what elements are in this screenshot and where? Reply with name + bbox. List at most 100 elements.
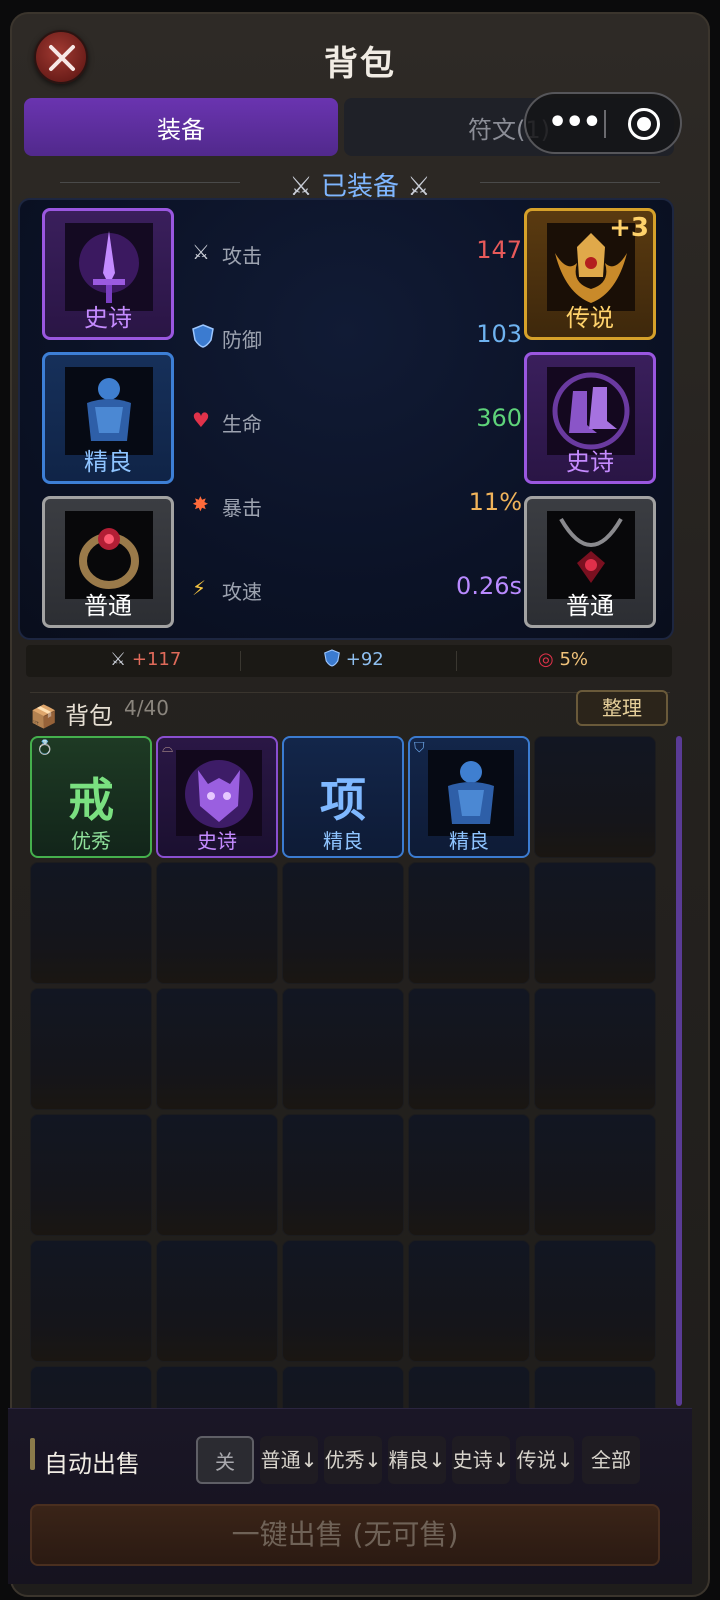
header-divider-right	[480, 182, 660, 183]
bag-slot-empty[interactable]	[156, 1114, 278, 1236]
target-icon: ◎	[538, 649, 554, 670]
bag-slot-empty[interactable]	[156, 1240, 278, 1362]
bag-slot-empty[interactable]	[30, 988, 152, 1110]
equip-slot-necklace[interactable]: 普通	[524, 496, 656, 628]
box-icon: 📦	[30, 705, 58, 730]
stat-label: 暴击	[222, 496, 262, 520]
equip-slot-weapon[interactable]: 史诗	[42, 208, 174, 340]
bag-slot-empty[interactable]	[282, 1240, 404, 1362]
auto-sell-option-good[interactable]: 优秀↓	[324, 1436, 382, 1484]
stat-attack: ⚔ 攻击 147	[192, 232, 522, 272]
item-quality-label: 精良	[323, 829, 363, 853]
equip-slot-boots[interactable]: 史诗	[524, 352, 656, 484]
equip-slot-helmet[interactable]: +3 传说	[524, 208, 656, 340]
bag-slot-empty[interactable]	[156, 862, 278, 984]
bag-slot-empty[interactable]	[30, 862, 152, 984]
miniprogram-capsule: •••	[524, 92, 682, 154]
attack-bonus-value: +117	[131, 649, 182, 670]
stat-value: 11%	[468, 488, 522, 516]
shield-icon: ⛉	[414, 740, 425, 756]
sort-button[interactable]: 整理	[576, 690, 668, 726]
defense-bonus-value: +92	[345, 649, 384, 670]
bag-slot-empty[interactable]	[408, 862, 530, 984]
lightning-icon: ⚡	[192, 576, 207, 600]
slot-quality-label: 精良	[84, 448, 132, 476]
bag-slot-empty[interactable]	[534, 862, 656, 984]
bag-slot-empty[interactable]	[282, 862, 404, 984]
stat-value: 0.26s	[456, 572, 522, 600]
burst-icon: ✸	[192, 492, 209, 516]
item-quality-label: 精良	[449, 829, 489, 853]
auto-sell-option-all[interactable]: 全部	[582, 1436, 640, 1484]
bag-slot-empty[interactable]	[534, 1240, 656, 1362]
bag-slot-empty[interactable]	[534, 1114, 656, 1236]
stat-value: 103	[476, 320, 522, 348]
hat-icon: ⌓	[162, 740, 174, 756]
auto-sell-option-common[interactable]: 普通↓	[260, 1436, 318, 1484]
bag-slot-empty[interactable]	[534, 736, 656, 858]
bag-slot-empty[interactable]	[156, 988, 278, 1110]
slot-quality-label: 传说	[566, 304, 614, 332]
stat-value: 360	[476, 404, 522, 432]
item-glyph: 项	[320, 773, 366, 827]
bag-item-necklace[interactable]: 项 精良	[282, 736, 404, 858]
demon-helmet-icon	[176, 750, 262, 836]
slot-quality-label: 史诗	[566, 448, 614, 476]
section-marker	[30, 1438, 35, 1470]
bag-grid: 💍 戒 优秀 ⌓ 史诗 项 精良 ⛉ 精良	[30, 736, 670, 1420]
crit-bonus-value: 5%	[559, 649, 589, 670]
exit-target-icon[interactable]	[628, 108, 660, 140]
auto-sell-option-off[interactable]: 关	[196, 1436, 254, 1484]
swords-icon: ⚔	[110, 649, 127, 670]
equipped-panel: 史诗 精良 普通 +3 传说 史诗 普通 ⚔ 攻击 147 防御 103 ♥ 生…	[18, 198, 674, 640]
sell-all-button[interactable]: 一键出售 (无可售)	[30, 1504, 660, 1566]
slot-quality-label: 普通	[566, 592, 614, 620]
equip-slot-armor[interactable]: 精良	[42, 352, 174, 484]
bag-title-text: 背包	[65, 702, 114, 730]
slot-quality-label: 普通	[84, 592, 132, 620]
stat-value: 147	[476, 236, 522, 264]
item-quality-label: 优秀	[71, 829, 111, 853]
stat-attack-speed: ⚡ 攻速 0.26s	[192, 568, 522, 608]
bag-slot-empty[interactable]	[282, 988, 404, 1110]
equip-slot-ring[interactable]: 普通	[42, 496, 174, 628]
more-icon[interactable]: •••	[548, 108, 602, 138]
defense-bonus: +92	[324, 649, 384, 670]
bag-capacity: 4/40	[124, 696, 169, 720]
bag-item-armor[interactable]: ⛉ 精良	[408, 736, 530, 858]
swords-icon: ⚔	[192, 240, 210, 264]
shield-icon	[192, 324, 216, 348]
bag-scrollbar-thumb[interactable]	[676, 736, 682, 1406]
divider	[456, 651, 457, 671]
shield-icon	[324, 649, 340, 667]
tab-equipment[interactable]: 装备	[24, 98, 338, 156]
stat-label: 生命	[222, 412, 262, 436]
stat-label: 攻速	[222, 580, 262, 604]
stat-crit: ✸ 暴击 11%	[192, 484, 522, 524]
bag-divider	[30, 692, 670, 693]
bonus-summary-bar: ⚔ +117 +92 ◎ 5%	[26, 645, 672, 677]
enhance-level-badge: +3	[609, 213, 649, 243]
auto-sell-option-fine[interactable]: 精良↓	[388, 1436, 446, 1484]
bag-slot-empty[interactable]	[408, 1240, 530, 1362]
slot-quality-label: 史诗	[84, 304, 132, 332]
bag-title: 📦 背包	[30, 696, 113, 731]
heart-icon: ♥	[192, 408, 210, 432]
bag-slot-empty[interactable]	[282, 1114, 404, 1236]
bag-slot-empty[interactable]	[30, 1114, 152, 1236]
bag-slot-empty[interactable]	[408, 988, 530, 1110]
bag-item-ring[interactable]: 💍 戒 优秀	[30, 736, 152, 858]
ring-icon: 💍	[36, 740, 54, 756]
capsule-divider	[604, 110, 606, 138]
bag-slot-empty[interactable]	[534, 988, 656, 1110]
bag-slot-empty[interactable]	[408, 1114, 530, 1236]
bag-slot-empty[interactable]	[30, 1240, 152, 1362]
stat-defense: 防御 103	[192, 316, 522, 356]
bag-item-helmet[interactable]: ⌓ 史诗	[156, 736, 278, 858]
stat-label: 防御	[222, 328, 262, 352]
auto-sell-option-epic[interactable]: 史诗↓	[452, 1436, 510, 1484]
stat-health: ♥ 生命 360	[192, 400, 522, 440]
auto-sell-option-legend[interactable]: 传说↓	[516, 1436, 574, 1484]
stat-label: 攻击	[222, 244, 262, 268]
divider	[240, 651, 241, 671]
